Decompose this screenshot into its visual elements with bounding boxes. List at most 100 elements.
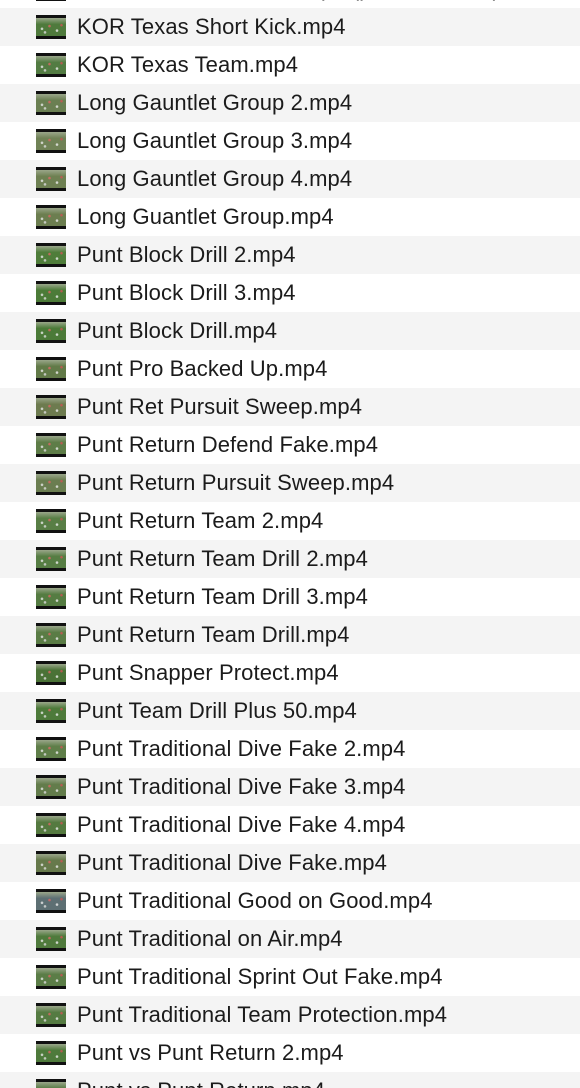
file-name: Punt Traditional on Air.mp4 xyxy=(77,926,343,951)
thumbnail-players xyxy=(36,170,66,188)
video-thumbnail-icon xyxy=(36,775,66,799)
file-list-item[interactable]: KOR Texas Short Kick.mp4 (partial, above… xyxy=(0,0,580,8)
file-name: Punt Traditional Dive Fake 2.mp4 xyxy=(77,736,406,761)
file-list-item[interactable]: Long Gauntlet Group 2.mp4 xyxy=(0,84,580,122)
file-name: Punt Team Drill Plus 50.mp4 xyxy=(77,698,357,723)
video-thumbnail-icon xyxy=(36,167,66,191)
file-list-item[interactable]: KOR Texas Short Kick.mp4 xyxy=(0,8,580,46)
file-name: Punt Block Drill.mp4 xyxy=(77,318,278,343)
video-thumbnail-icon xyxy=(36,927,66,951)
file-name: Punt Return Pursuit Sweep.mp4 xyxy=(77,470,395,495)
file-list-item[interactable]: Punt Return Team Drill 2.mp4 xyxy=(0,540,580,578)
file-list-item[interactable]: Punt Traditional Dive Fake 2.mp4 xyxy=(0,730,580,768)
file-list-item[interactable]: Punt Traditional Dive Fake 3.mp4 xyxy=(0,768,580,806)
video-thumbnail-icon xyxy=(36,699,66,723)
file-name: Long Gauntlet Group 2.mp4 xyxy=(77,90,353,115)
thumbnail-players xyxy=(36,56,66,74)
file-list-item[interactable]: Punt Return Team Drill 3.mp4 xyxy=(0,578,580,616)
video-thumbnail-icon xyxy=(36,129,66,153)
video-thumbnail-icon xyxy=(36,471,66,495)
file-name: Punt Traditional Good on Good.mp4 xyxy=(77,888,433,913)
video-thumbnail-icon xyxy=(36,395,66,419)
file-name: Long Gauntlet Group 4.mp4 xyxy=(77,166,353,191)
file-name: Punt Return Team Drill.mp4 xyxy=(77,622,350,647)
thumbnail-players xyxy=(36,398,66,416)
file-name: Punt Traditional Team Protection.mp4 xyxy=(77,1002,448,1027)
thumbnail-players xyxy=(36,1006,66,1024)
thumbnail-players xyxy=(36,588,66,606)
thumbnail-players xyxy=(36,208,66,226)
thumbnail-players xyxy=(36,930,66,948)
file-list-item[interactable]: Punt Return Team Drill.mp4 xyxy=(0,616,580,654)
video-thumbnail-icon xyxy=(36,53,66,77)
thumbnail-players xyxy=(36,702,66,720)
file-list-item[interactable]: Punt Return Team 2.mp4 xyxy=(0,502,580,540)
thumbnail-players xyxy=(36,968,66,986)
thumbnail-players xyxy=(36,1082,66,1088)
thumbnail-players xyxy=(36,740,66,758)
file-name: Punt Traditional Sprint Out Fake.mp4 xyxy=(77,964,443,989)
file-name: Punt Return Team Drill 2.mp4 xyxy=(77,546,368,571)
thumbnail-players xyxy=(36,854,66,872)
video-thumbnail-icon xyxy=(36,965,66,989)
video-thumbnail-icon xyxy=(36,851,66,875)
file-name: Punt Traditional Dive Fake.mp4 xyxy=(77,850,387,875)
thumbnail-players xyxy=(36,816,66,834)
thumbnail-players xyxy=(36,284,66,302)
file-name: Punt Block Drill 2.mp4 xyxy=(77,242,296,267)
file-list-item[interactable]: Punt Return Defend Fake.mp4 xyxy=(0,426,580,464)
thumbnail-players xyxy=(36,892,66,910)
thumbnail-players xyxy=(36,778,66,796)
video-thumbnail-icon xyxy=(36,91,66,115)
thumbnail-players xyxy=(36,246,66,264)
thumbnail-players xyxy=(36,550,66,568)
file-list-item[interactable]: Punt Return Pursuit Sweep.mp4 xyxy=(0,464,580,502)
file-list-item[interactable]: Punt Traditional Sprint Out Fake.mp4 xyxy=(0,958,580,996)
file-name: Punt Return Defend Fake.mp4 xyxy=(77,432,379,457)
video-thumbnail-icon xyxy=(36,433,66,457)
video-thumbnail-icon xyxy=(36,813,66,837)
file-list-item[interactable]: Punt Traditional Team Protection.mp4 xyxy=(0,996,580,1034)
video-thumbnail-icon xyxy=(36,661,66,685)
file-list-item[interactable]: Punt Block Drill 3.mp4 xyxy=(0,274,580,312)
video-thumbnail-icon xyxy=(36,1041,66,1065)
thumbnail-players xyxy=(36,94,66,112)
video-thumbnail-icon xyxy=(36,281,66,305)
video-thumbnail-icon xyxy=(36,1003,66,1027)
video-thumbnail-icon xyxy=(36,509,66,533)
file-name: Long Guantlet Group.mp4 xyxy=(77,204,334,229)
file-list-item[interactable]: Punt Team Drill Plus 50.mp4 xyxy=(0,692,580,730)
file-name: KOR Texas Team.mp4 xyxy=(77,52,299,77)
file-list-item[interactable]: KOR Texas Team.mp4 xyxy=(0,46,580,84)
file-name: KOR Texas Short Kick.mp4 (partial, above… xyxy=(77,0,500,2)
file-list-item[interactable]: Punt Traditional Good on Good.mp4 xyxy=(0,882,580,920)
file-list-item[interactable]: Punt Block Drill 2.mp4 xyxy=(0,236,580,274)
file-name: Punt Traditional Dive Fake 3.mp4 xyxy=(77,774,406,799)
file-name: Punt Block Drill 3.mp4 xyxy=(77,280,296,305)
file-name: Punt Return Team Drill 3.mp4 xyxy=(77,584,368,609)
file-name: Punt vs Punt Return 2.mp4 xyxy=(77,1040,344,1065)
file-list-item[interactable]: Long Gauntlet Group 4.mp4 xyxy=(0,160,580,198)
file-list-item[interactable]: Punt Traditional Dive Fake.mp4 xyxy=(0,844,580,882)
video-thumbnail-icon xyxy=(36,243,66,267)
file-list-item[interactable]: Punt vs Punt Return 2.mp4 xyxy=(0,1034,580,1072)
video-thumbnail-icon xyxy=(36,357,66,381)
video-thumbnail-icon xyxy=(36,319,66,343)
file-list-item[interactable]: Punt Traditional on Air.mp4 xyxy=(0,920,580,958)
file-list-item[interactable]: Punt Snapper Protect.mp4 xyxy=(0,654,580,692)
file-list-item[interactable]: Punt vs Punt Return.mp4 xyxy=(0,1072,580,1088)
file-list-item[interactable]: Long Gauntlet Group 3.mp4 xyxy=(0,122,580,160)
file-rows: KOR Texas Short Kick.mp4 (partial, above… xyxy=(0,0,580,1088)
file-name: Punt Pro Backed Up.mp4 xyxy=(77,356,328,381)
file-list-item[interactable]: Long Guantlet Group.mp4 xyxy=(0,198,580,236)
thumbnail-players xyxy=(36,664,66,682)
file-name: Punt Snapper Protect.mp4 xyxy=(77,660,339,685)
thumbnail-players xyxy=(36,132,66,150)
file-list-item[interactable]: Punt Traditional Dive Fake 4.mp4 xyxy=(0,806,580,844)
video-thumbnail-icon xyxy=(36,889,66,913)
file-list-item[interactable]: Punt Block Drill.mp4 xyxy=(0,312,580,350)
video-thumbnail-icon xyxy=(36,1079,66,1088)
file-name: Punt vs Punt Return.mp4 xyxy=(77,1078,325,1088)
file-list-item[interactable]: Punt Pro Backed Up.mp4 xyxy=(0,350,580,388)
file-list-item[interactable]: Punt Ret Pursuit Sweep.mp4 xyxy=(0,388,580,426)
